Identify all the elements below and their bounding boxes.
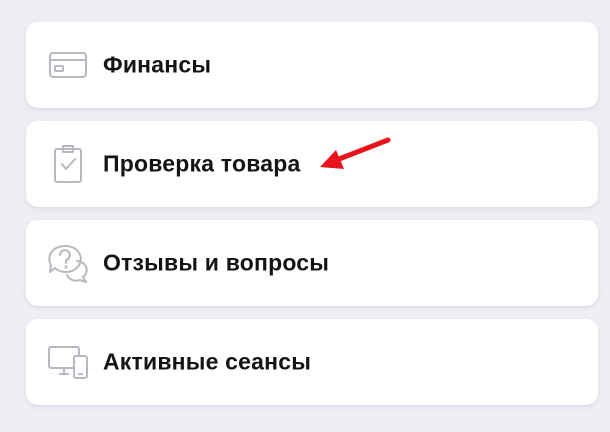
- menu-item-product-check[interactable]: Проверка товара: [26, 121, 598, 207]
- settings-menu: Финансы Проверка товара Отзывы и вопросы: [26, 22, 598, 418]
- annotation-arrow: [320, 137, 391, 169]
- clipboard-check-icon: [46, 142, 90, 186]
- chat-question-icon: [46, 241, 90, 285]
- menu-item-label: Активные сеансы: [103, 348, 312, 375]
- menu-item-label: Финансы: [103, 51, 212, 78]
- menu-item-active-sessions[interactable]: Активные сеансы: [26, 319, 598, 405]
- menu-item-reviews-questions[interactable]: Отзывы и вопросы: [26, 220, 598, 306]
- menu-item-finance[interactable]: Финансы: [26, 22, 598, 108]
- menu-item-label: Проверка товара: [103, 150, 301, 177]
- menu-item-label: Отзывы и вопросы: [103, 249, 330, 276]
- credit-card-icon: [46, 43, 90, 87]
- devices-icon: [46, 340, 90, 384]
